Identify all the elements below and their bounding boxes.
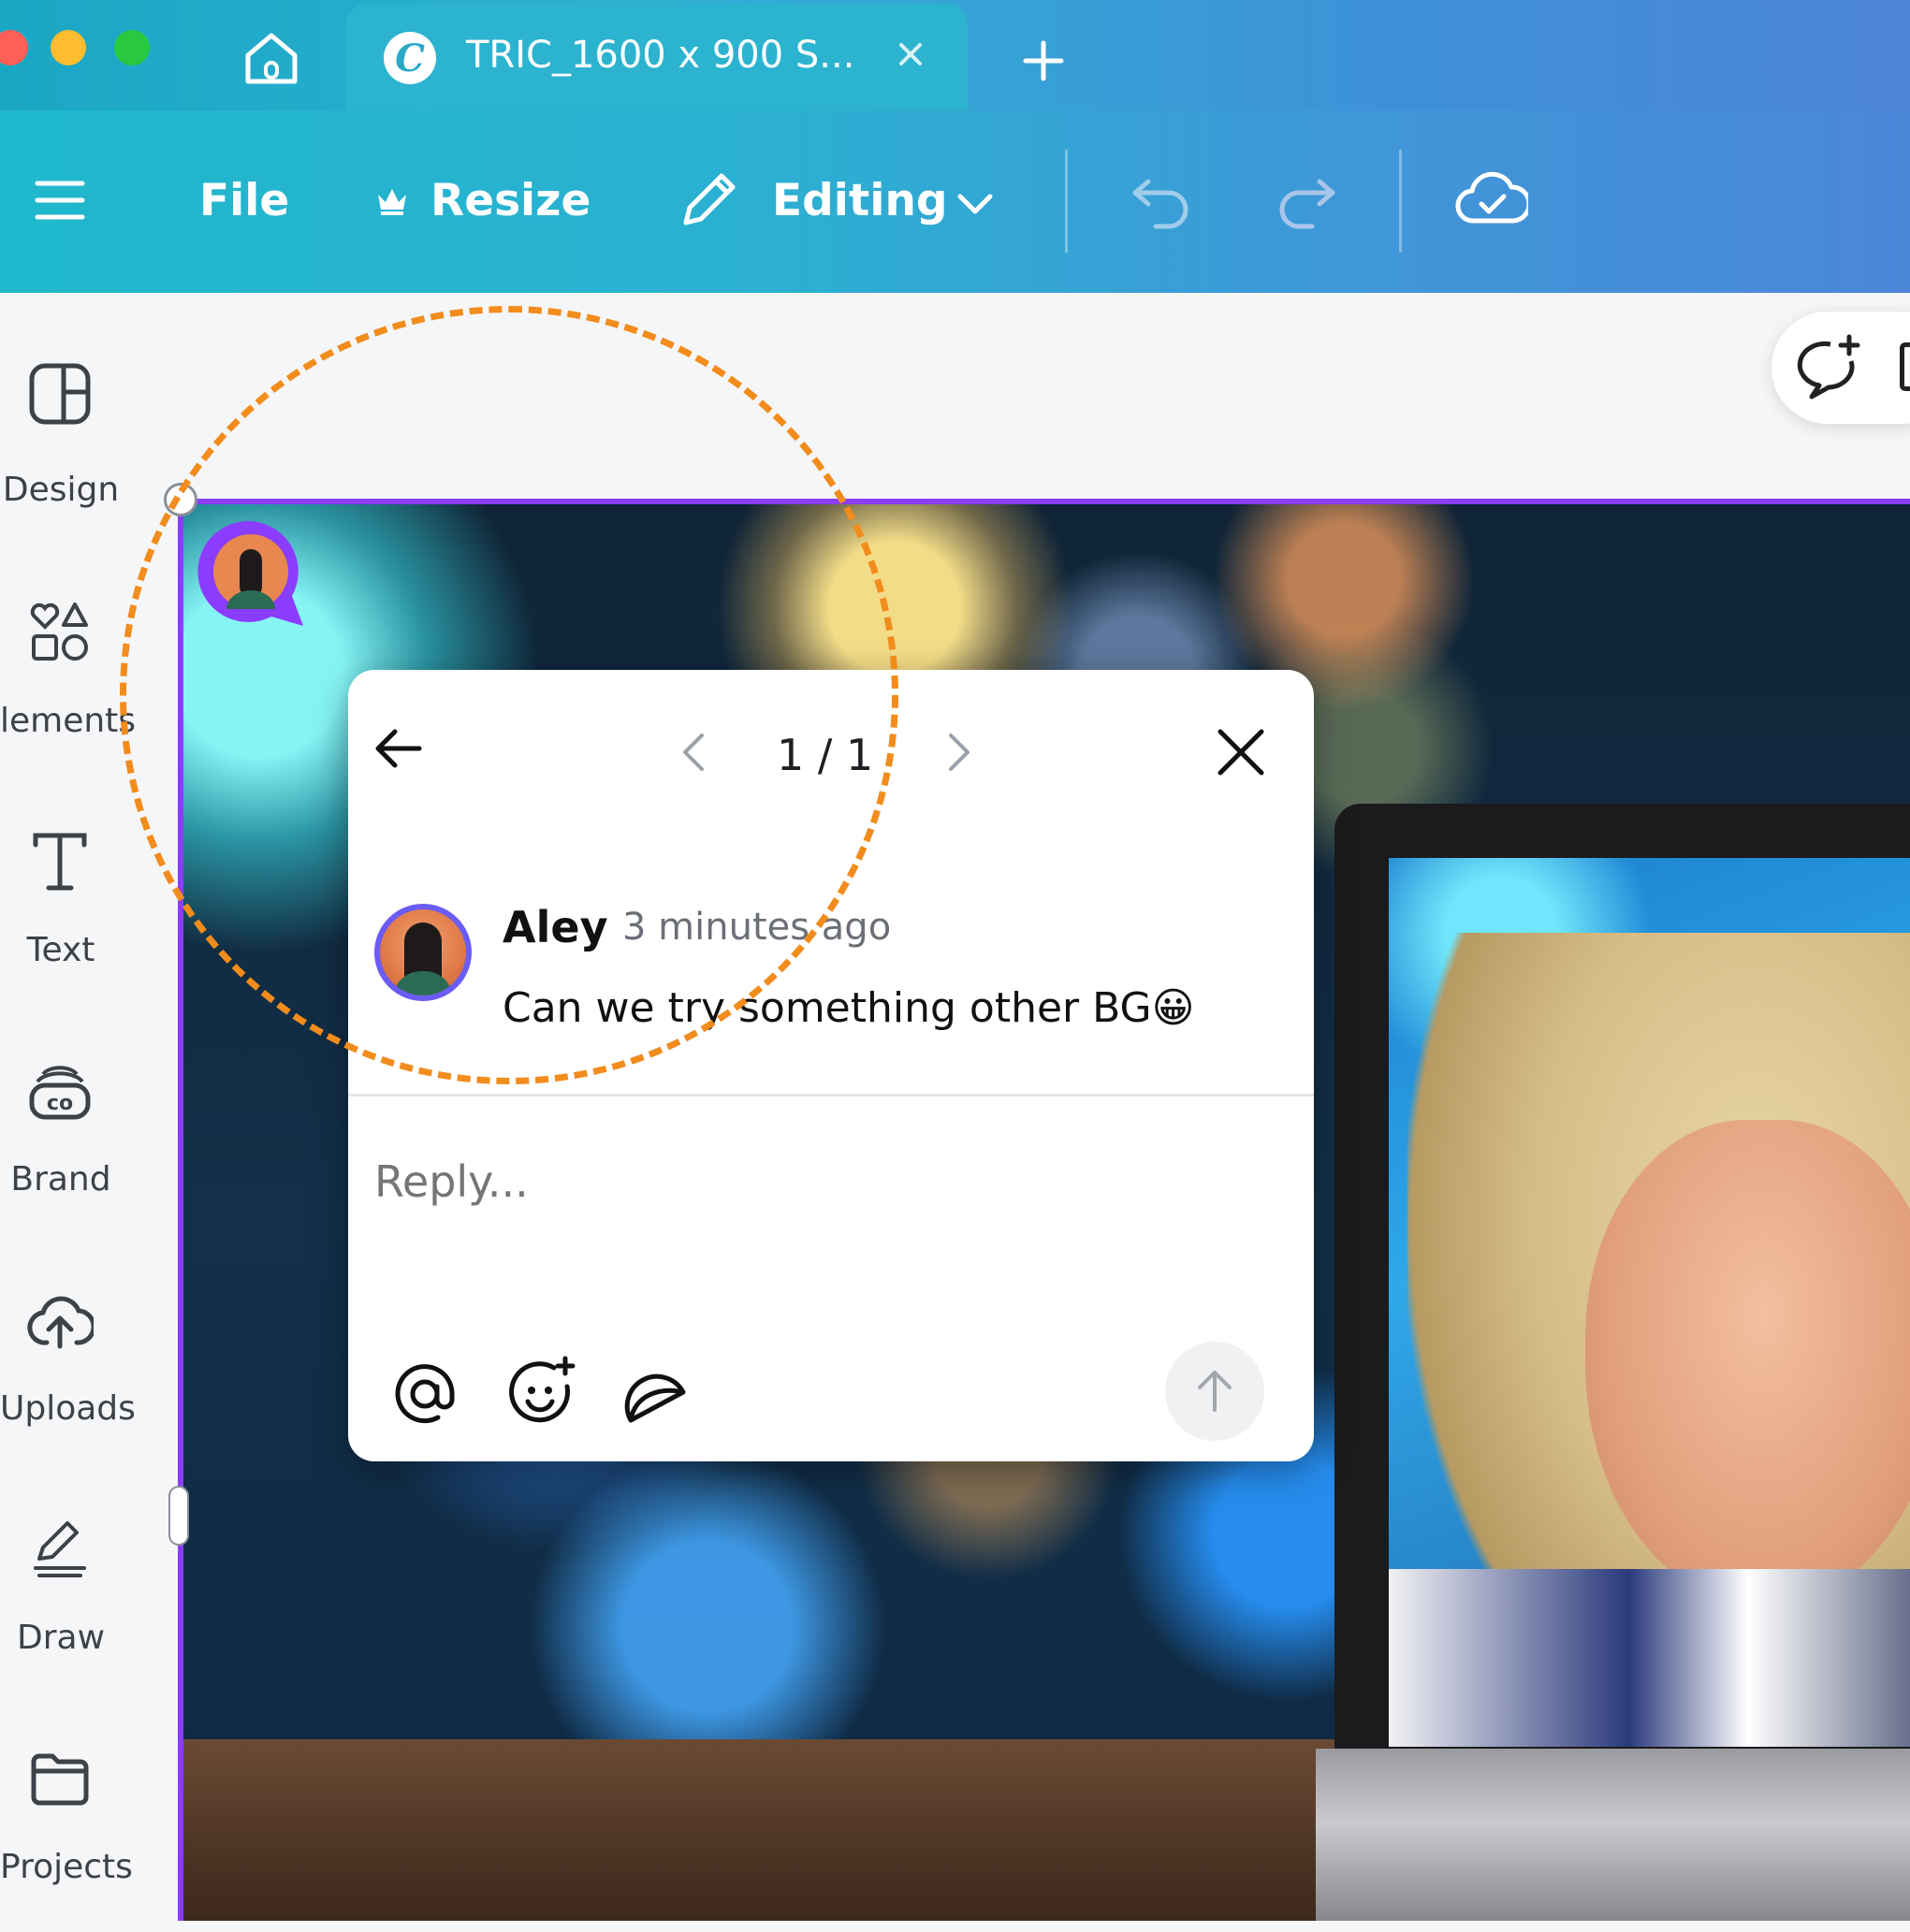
comment-pager: 1 / 1 bbox=[777, 730, 874, 780]
back-arrow-icon[interactable] bbox=[372, 722, 425, 775]
redo-icon[interactable] bbox=[1275, 168, 1340, 234]
sidebar-item-elements[interactable]: lements bbox=[0, 599, 137, 786]
mention-icon[interactable] bbox=[389, 1358, 460, 1430]
laptop-image[interactable] bbox=[1316, 804, 1910, 1921]
divider bbox=[348, 1094, 1314, 1097]
text-icon bbox=[33, 833, 87, 891]
sidebar-item-label: Brand bbox=[10, 1160, 111, 1198]
comment-author: Aley bbox=[503, 902, 608, 952]
home-icon bbox=[245, 33, 298, 84]
editing-mode-button[interactable]: Editing bbox=[772, 175, 948, 226]
pencil-icon bbox=[678, 168, 740, 230]
canva-logo-icon: C bbox=[384, 32, 436, 84]
menu-icon[interactable] bbox=[34, 174, 86, 226]
sidebar-item-label: Design bbox=[2, 471, 120, 509]
window-minimize-button[interactable] bbox=[51, 30, 86, 65]
sidebar-item-label: lements bbox=[0, 702, 137, 740]
tab-title: TRIC_1600 x 900 S... bbox=[466, 34, 855, 77]
file-menu[interactable]: File bbox=[199, 175, 289, 226]
next-comment-icon[interactable] bbox=[940, 730, 977, 775]
sidebar-item-uploads[interactable]: Uploads bbox=[0, 1286, 136, 1474]
svg-text:co: co bbox=[47, 1092, 73, 1115]
sidebar-item-label: Text bbox=[26, 931, 95, 969]
sticker-icon[interactable] bbox=[621, 1358, 693, 1430]
sidebar-item-label: Uploads bbox=[0, 1389, 136, 1428]
close-icon[interactable] bbox=[1215, 726, 1267, 778]
sidebar-item-label: Projects bbox=[0, 1848, 133, 1886]
resize-button[interactable]: Resize bbox=[430, 175, 590, 226]
cloud-upload-icon bbox=[27, 1296, 94, 1349]
side-resize-handle[interactable] bbox=[168, 1486, 189, 1546]
sidebar-item-projects[interactable]: Projects bbox=[0, 1745, 133, 1932]
send-button[interactable] bbox=[1165, 1342, 1264, 1441]
brand-icon: co bbox=[29, 1066, 91, 1120]
sidebar-item-brand[interactable]: co Brand bbox=[0, 1057, 122, 1244]
tab-close-icon[interactable] bbox=[894, 37, 927, 71]
home-button[interactable] bbox=[234, 21, 309, 95]
sidebar-item-design[interactable]: Design bbox=[0, 360, 122, 547]
chevron-down-icon[interactable] bbox=[955, 183, 996, 225]
new-tab-icon[interactable] bbox=[1020, 37, 1067, 84]
crown-icon bbox=[374, 183, 410, 219]
folder-icon bbox=[31, 1753, 89, 1806]
sidebar-item-text[interactable]: Text bbox=[0, 828, 122, 1015]
pen-icon bbox=[34, 1521, 86, 1577]
emoji-icon[interactable] bbox=[505, 1355, 580, 1430]
cloud-saved-icon[interactable] bbox=[1455, 167, 1532, 234]
window-zoom-button[interactable] bbox=[114, 30, 150, 65]
comment-timestamp: 3 minutes ago bbox=[622, 906, 892, 949]
comment-message: Can we try something other BG😀 bbox=[503, 984, 1195, 1032]
comment-marker[interactable] bbox=[195, 516, 307, 628]
arrow-up-icon bbox=[1198, 1371, 1232, 1412]
toolbar-divider bbox=[1065, 150, 1068, 253]
person-photo bbox=[1389, 858, 1910, 1747]
shapes-icon bbox=[30, 603, 88, 661]
layout-icon bbox=[29, 363, 91, 425]
toolbar-divider-2 bbox=[1399, 150, 1402, 253]
comment-thread-popup bbox=[348, 670, 1314, 1461]
add-comment-icon[interactable] bbox=[1795, 333, 1866, 404]
reply-input[interactable] bbox=[374, 1156, 1217, 1207]
previous-comment-icon[interactable] bbox=[676, 730, 713, 775]
sidebar-item-label: Draw bbox=[16, 1619, 106, 1657]
avatar bbox=[374, 904, 472, 1001]
resize-handle[interactable] bbox=[164, 483, 197, 516]
share-icon[interactable] bbox=[1900, 342, 1910, 391]
undo-icon[interactable] bbox=[1128, 168, 1193, 234]
sidebar-item-draw[interactable]: Draw bbox=[0, 1516, 122, 1703]
